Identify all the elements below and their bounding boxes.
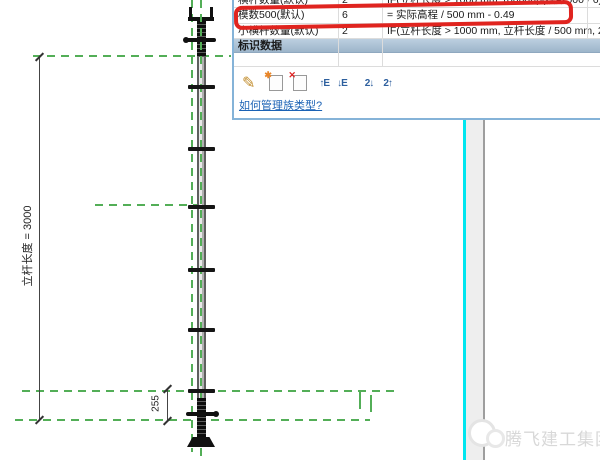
parameter-toolbar: ✎ ✱ ✕ ↑E ↓E 2↓ 2↑ [240, 72, 392, 94]
offset-tick-bottom [163, 416, 172, 425]
watermark-logo-circle-small [486, 429, 505, 448]
bottom-handle-knob [213, 411, 219, 417]
sort-descending-icon[interactable]: 2↑ [383, 78, 392, 89]
wall-column-band [466, 120, 483, 460]
parameter-row-crossbar[interactable]: 小横杆数量(默认) 2 IF(立杆长度 > 1000 mm, 立杆长度 / 50… [234, 24, 600, 39]
green-marker-2 [370, 395, 372, 412]
offset-dimension-line [167, 388, 168, 422]
edit-parameter-icon[interactable]: ✎ [242, 73, 255, 93]
wall-column-edge [483, 120, 485, 460]
param-name: 横杆数量(默认) [234, 0, 338, 7]
identity-data-section-header[interactable]: 标识数据 [234, 39, 600, 53]
green-marker-1 [359, 391, 361, 409]
new-parameter-icon[interactable]: ✱ [269, 75, 283, 91]
move-down-icon[interactable]: ↓E [337, 78, 347, 89]
empty-cell [338, 53, 382, 66]
reference-plane-vertical [191, 0, 193, 452]
sort-ascending-icon[interactable]: 2↓ [365, 78, 374, 89]
watermark-text: 腾飞建工集团 [505, 425, 600, 450]
dimension-line [39, 57, 40, 421]
pole-centerline [200, 0, 202, 456]
parameter-row-clipped[interactable]: 横杆数量(默认) 2 IF(立杆长度 > 1000 mm, roundup(模数… [234, 0, 600, 8]
empty-cell [234, 53, 338, 66]
top-handle-knob [183, 37, 189, 43]
new-badge-icon: ✱ [264, 70, 272, 81]
parameter-row-modulus500[interactable]: 模数500(默认) 6 = 实际高程 / 500 mm - 0.49 [234, 8, 600, 24]
param-formula[interactable]: = 实际高程 / 500 mm - 0.49 [382, 8, 600, 23]
level-dashed-line-bottom [15, 419, 370, 421]
param-value[interactable]: 2 [338, 0, 382, 7]
coupler-joint-1 [188, 85, 215, 89]
coupler-joint-3 [188, 205, 215, 209]
level-dashed-line-mid [95, 204, 203, 206]
param-formula[interactable]: IF(立杆长度 > 1000 mm, 立杆长度 / 500 mm, 2) [382, 24, 600, 38]
coupler-joint-5 [188, 328, 215, 332]
family-types-dialog: 横杆数量(默认) 2 IF(立杆长度 > 1000 mm, roundup(模数… [232, 0, 600, 120]
coupler-joint-2 [188, 147, 215, 151]
bottom-handle [186, 412, 216, 416]
param-value[interactable]: 2 [338, 24, 382, 38]
column-divider-2 [382, 0, 383, 67]
coupler-joint-6 [188, 389, 215, 393]
param-name: 小横杆数量(默认) [234, 24, 338, 38]
main-dimension-label: 立杆长度 = 3000 [19, 181, 35, 311]
empty-cell [382, 53, 600, 66]
column-divider-1 [338, 0, 339, 67]
param-name: 模数500(默认) [234, 8, 338, 23]
manage-family-types-help-link[interactable]: 如何管理族类型? [239, 97, 322, 113]
column-divider-3 [587, 0, 588, 39]
empty-parameter-row[interactable] [234, 53, 600, 67]
delete-badge-icon: ✕ [288, 70, 296, 81]
offset-dimension-label: 255 [151, 384, 162, 424]
param-value[interactable]: 6 [338, 8, 382, 23]
delete-parameter-icon[interactable]: ✕ [293, 75, 307, 91]
parameter-table: 横杆数量(默认) 2 IF(立杆长度 > 1000 mm, roundup(模数… [234, 0, 600, 67]
param-formula[interactable]: IF(立杆长度 > 1000 mm, roundup(模数500 / 6), 2… [382, 0, 600, 7]
coupler-joint-4 [188, 268, 215, 272]
bottom-adjustable-screw [197, 398, 206, 437]
move-up-icon[interactable]: ↑E [319, 78, 329, 89]
revit-canvas: 立杆长度 = 3000 255 腾飞建工集团 [0, 0, 600, 460]
